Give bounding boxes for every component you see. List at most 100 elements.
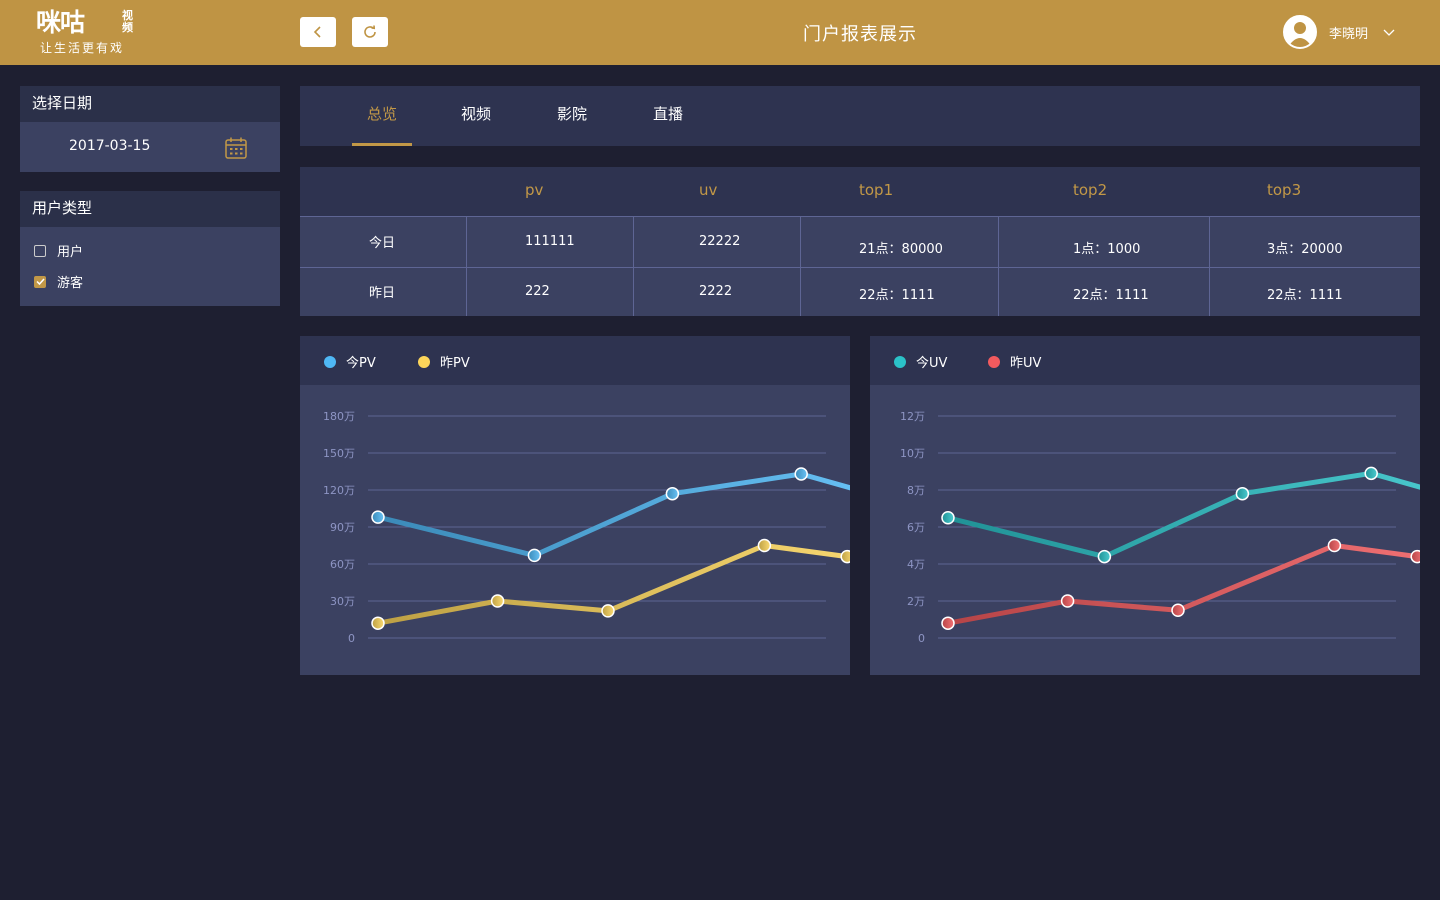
y-tick-label: 4万	[907, 558, 925, 571]
column-header-top1: top1	[859, 181, 894, 199]
data-point	[371, 616, 385, 630]
data-point	[941, 511, 955, 525]
avatar	[1283, 15, 1317, 49]
row-divider	[300, 267, 1420, 268]
data-point	[794, 467, 808, 481]
column-header-uv: uv	[699, 181, 718, 199]
data-point	[527, 548, 542, 563]
checkbox-guest[interactable]: 游客	[34, 272, 83, 291]
checkbox-box[interactable]	[34, 244, 46, 257]
checkbox-user[interactable]: 用户	[34, 241, 83, 260]
legend-item[interactable]: 昨UV	[988, 352, 1041, 371]
checkmark-icon	[35, 278, 45, 286]
data-point	[665, 486, 680, 501]
checkbox-label: 游客	[57, 276, 84, 291]
data-point	[1235, 486, 1250, 501]
tab-cinema[interactable]: 影院	[544, 86, 600, 146]
legend-item[interactable]: 昨PV	[418, 352, 470, 371]
series-line	[945, 470, 1420, 560]
checkbox-box[interactable]	[34, 275, 46, 288]
y-tick-label: 180万	[323, 410, 355, 423]
page-title: 门户报表展示	[803, 24, 917, 45]
chevron-left-icon	[313, 26, 321, 38]
y-tick-label: 8万	[907, 484, 925, 497]
table-cell: 1点：1000	[1073, 242, 1141, 257]
table-cell: 21点：80000	[859, 242, 943, 257]
table-cell: 22点：1111	[859, 288, 935, 303]
data-point	[1410, 549, 1420, 564]
brand-logo[interactable]: 咪咕 视频 让生活更有戏	[36, 8, 146, 58]
y-tick-label: 2万	[907, 595, 925, 608]
y-tick-label: 6万	[907, 521, 925, 534]
chevron-down-icon	[1383, 29, 1395, 36]
uv-chart-legend: 今UV 昨UV	[870, 336, 1420, 385]
legend-label: 昨PV	[440, 356, 470, 371]
column-header-top3: top3	[1267, 181, 1302, 199]
y-tick-label: 90万	[330, 521, 355, 534]
data-point	[757, 538, 772, 553]
tab-live[interactable]: 直播	[640, 86, 696, 146]
table-header-row: pv uv top1 top2 top3	[300, 167, 1420, 217]
back-button[interactable]	[300, 17, 336, 47]
table-cell: 22点：1111	[1267, 288, 1343, 303]
y-tick-label: 0	[348, 632, 355, 645]
tab-overview[interactable]: 总览	[352, 86, 412, 146]
legend-label: 昨UV	[1010, 356, 1042, 371]
series-line	[375, 471, 850, 558]
data-point	[1097, 549, 1112, 564]
table-cell: 222	[525, 284, 550, 299]
table-cell: 2222	[699, 284, 733, 299]
data-point	[840, 549, 850, 564]
logo-slogan: 让生活更有戏	[40, 41, 125, 55]
y-tick-label: 60万	[330, 558, 355, 571]
user-avatar-icon	[1288, 22, 1312, 47]
user-menu[interactable]: 李晓明	[1283, 15, 1396, 49]
data-point	[1171, 603, 1185, 617]
y-tick-label: 30万	[330, 595, 355, 608]
refresh-icon	[364, 25, 376, 38]
uv-line-chart: 0 2万 4万 6万 8万 10万 12万	[900, 410, 1420, 645]
data-point	[601, 604, 615, 618]
date-panel-title: 选择日期	[20, 86, 280, 122]
legend-dot	[418, 355, 430, 368]
data-point	[1327, 538, 1342, 553]
pv-chart-card: 今PV 昨PV 0 30万 60万 90万 120万 150万 180万	[300, 336, 850, 675]
date-value[interactable]: 2017-03-15	[69, 138, 150, 154]
column-header-top2: top2	[1073, 181, 1108, 199]
data-point	[490, 594, 505, 608]
y-tick-label: 120万	[323, 484, 355, 497]
legend-dot	[894, 355, 906, 368]
y-tick-label: 10万	[900, 447, 925, 460]
user-name: 李晓明	[1329, 26, 1369, 42]
legend-dot	[988, 355, 1000, 368]
date-picker[interactable]: 2017-03-15	[20, 122, 280, 172]
data-point	[371, 510, 385, 524]
row-label-yesterday: 昨日	[369, 286, 396, 301]
y-tick-label: 150万	[323, 447, 355, 460]
table-cell: 111111	[525, 234, 575, 249]
table-cell: 3点：20000	[1267, 242, 1343, 257]
tab-bar: 总览 视频 影院 直播	[300, 86, 1420, 146]
date-panel: 选择日期 2017-03-15	[20, 86, 280, 172]
calendar-icon[interactable]	[224, 136, 248, 160]
legend-item[interactable]: 今PV	[324, 352, 376, 371]
refresh-button[interactable]	[352, 17, 388, 47]
data-point	[1364, 466, 1378, 481]
uv-chart-card: 今UV 昨UV 0 2万 4万 6万 8万 10万 12万	[870, 336, 1420, 675]
row-label-today: 今日	[369, 236, 396, 251]
user-type-panel: 用户类型 用户 游客	[20, 191, 280, 306]
pv-chart-legend: 今PV 昨PV	[300, 336, 850, 385]
logo-side-text: 视频	[122, 9, 133, 34]
user-type-panel-title: 用户类型	[20, 191, 280, 227]
pv-line-chart: 0 30万 60万 90万 120万 150万 180万	[323, 410, 850, 645]
y-tick-label: 12万	[900, 410, 925, 423]
data-point	[1060, 594, 1075, 608]
logo-wordmark: 咪咕	[36, 8, 85, 37]
stats-table: pv uv top1 top2 top3 今日 111111 22222 21点…	[300, 167, 1420, 316]
legend-label: 今PV	[346, 356, 376, 371]
tab-video[interactable]: 视频	[448, 86, 504, 146]
legend-item[interactable]: 今UV	[894, 352, 947, 371]
legend-label: 今UV	[916, 356, 948, 371]
y-tick-label: 0	[918, 632, 925, 645]
table-cell: 22点：1111	[1073, 288, 1149, 303]
